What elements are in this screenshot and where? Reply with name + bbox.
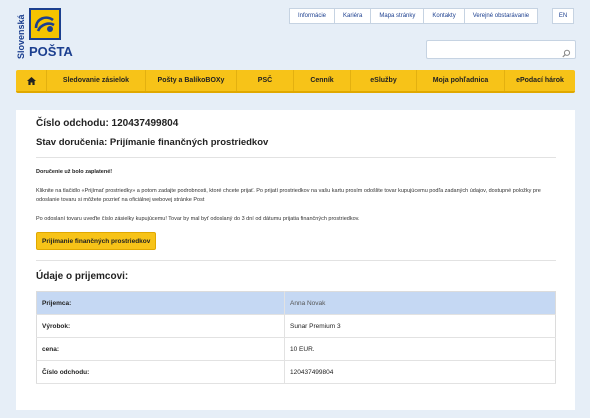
top-link-mapa-stranky[interactable]: Mapa stránky <box>371 9 425 23</box>
shipping-deadline-paragraph: Po odoslaní tovaru uveďte číslo zásielky… <box>36 216 360 222</box>
top-link-informacie[interactable]: Informácie <box>290 9 336 23</box>
header: Slovenská POŠTA Informácie Kariéra Mapa … <box>0 0 590 68</box>
table-row: cena: 10 EUR. <box>36 337 556 361</box>
top-links: Informácie Kariéra Mapa stránky Kontakty… <box>289 8 539 24</box>
row-value: 10 EUR. <box>284 337 556 361</box>
row-label: cena: <box>36 337 285 361</box>
payment-notice: Doručenie už bolo zaplatené! <box>36 169 113 175</box>
content-panel: Číslo odchodu: 120437499804 Stav doručen… <box>16 110 575 410</box>
nav-psc[interactable]: PSČ <box>236 70 293 91</box>
row-label: Výrobok: <box>36 314 285 338</box>
recipient-heading: Údaje o prijemcovi: <box>36 271 129 282</box>
nav-posty-a-balikoboxy[interactable]: Pošty a BalíkoBOXy <box>145 70 236 91</box>
nav-cennik[interactable]: Cenník <box>293 70 350 91</box>
row-label: Číslo odchodu: <box>36 360 285 384</box>
posthorn-icon <box>29 8 61 40</box>
row-value: Anna Novak <box>284 291 556 315</box>
top-link-verejne-obstaravanie[interactable]: Verejné obstarávanie <box>465 9 537 23</box>
row-value: 120437499804 <box>284 360 556 384</box>
delivery-status-heading: Stav doručenia: Prijímanie finančných pr… <box>36 137 269 148</box>
table-row: Číslo odchodu: 120437499804 <box>36 360 556 384</box>
shipment-number-heading: Číslo odchodu: 120437499804 <box>36 118 179 129</box>
top-link-kontakty[interactable]: Kontakty <box>424 9 465 23</box>
logo-side-text: Slovenská <box>16 14 26 60</box>
recipient-table: Prijemca: Anna Novak Výrobok: Sunar Prem… <box>36 291 556 384</box>
instructions-paragraph: Kliknite na tlačidlo «Prijímať prostried… <box>36 188 541 203</box>
logo[interactable]: Slovenská POŠTA <box>16 8 78 64</box>
main-nav: Sledovanie zásielok Pošty a BalíkoBOXy P… <box>16 70 575 93</box>
receive-funds-button[interactable]: Prijímanie finančných prostriedkov <box>36 232 157 250</box>
row-value: Sunar Premium 3 <box>284 314 556 338</box>
divider <box>36 260 556 261</box>
language-switch[interactable]: EN <box>552 8 574 24</box>
home-icon[interactable] <box>16 70 46 91</box>
top-link-kariera[interactable]: Kariéra <box>335 9 372 23</box>
logo-name: POŠTA <box>29 44 73 59</box>
table-row: Výrobok: Sunar Premium 3 <box>36 314 556 338</box>
row-label: Prijemca: <box>36 291 285 315</box>
search-icon[interactable] <box>562 45 571 63</box>
nav-esluzby[interactable]: eSlužby <box>350 70 416 91</box>
nav-epodaci-harok[interactable]: ePodací hárok <box>504 70 575 91</box>
search-box <box>426 40 576 61</box>
nav-sledovanie-zasielok[interactable]: Sledovanie zásielok <box>46 70 145 91</box>
nav-moja-pohladnica[interactable]: Moja pohľadnica <box>416 70 504 91</box>
search-input[interactable] <box>427 44 557 61</box>
divider <box>36 157 556 158</box>
table-row: Prijemca: Anna Novak <box>36 291 556 315</box>
